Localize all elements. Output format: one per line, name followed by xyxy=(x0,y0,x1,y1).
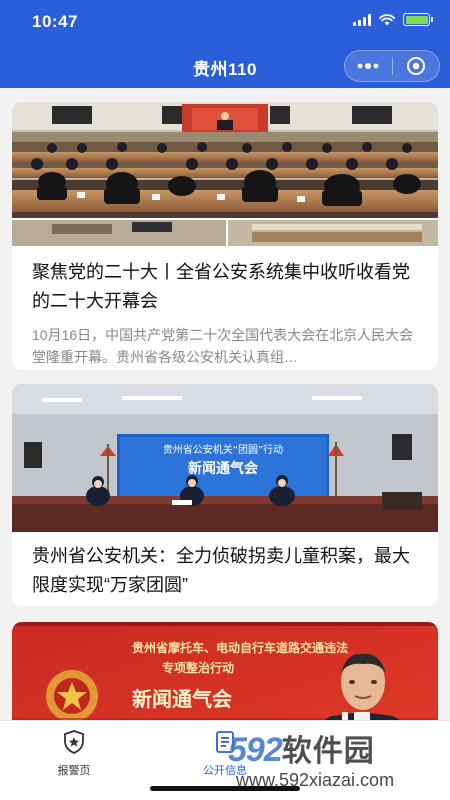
status-time: 10:47 xyxy=(32,12,78,31)
banner-subtitle-line: 专项整治行动 xyxy=(162,660,234,675)
news-image-conference-hall xyxy=(12,102,438,246)
news-feed[interactable]: 聚焦党的二十大丨全省公安系统集中收听收看党的二十大开幕会 10月16日，中国共产… xyxy=(0,88,450,720)
status-bar: 10:47 xyxy=(0,0,450,44)
tab-alarm[interactable]: 报警页 xyxy=(24,729,124,778)
top-bar: 10:47 贵州110 xyxy=(0,0,450,88)
news-title: 贵州省公安机关：全力侦破拐卖儿童积案，最大限度实现“万家团圆” xyxy=(32,546,410,595)
banner-title-line: 贵州省摩托车、电动自行车道路交通违法 xyxy=(132,640,348,655)
banner-title-line: 贵州省公安机关“团圆”行动 xyxy=(163,443,283,456)
mini-program-capsule xyxy=(344,50,440,82)
news-summary: 10月16日，中国共产党第二十次全国代表大会在北京人民大会堂隆重开幕。贵州省各级… xyxy=(32,327,414,365)
watermark-text: 软件园 xyxy=(281,735,375,768)
more-options-button[interactable] xyxy=(345,51,392,81)
battery-icon xyxy=(403,13,433,26)
target-circle-icon xyxy=(406,57,425,75)
wifi-icon xyxy=(379,13,395,25)
more-dots-icon xyxy=(357,63,379,69)
police-badge-icon xyxy=(64,730,84,754)
banner-subtitle-line: 新闻通气会 xyxy=(188,460,259,477)
status-icons xyxy=(353,13,433,26)
news-card[interactable]: 贵州省公安机关“团圆”行动 新闻通气会 贵州省公安机关：全力侦破拐卖儿童积案，最… xyxy=(12,384,438,606)
news-image-press-conference: 贵州省公安机关“团圆”行动 新闻通气会 xyxy=(12,384,438,532)
news-title: 聚焦党的二十大丨全省公安系统集中收听收看党的二十大开幕会 xyxy=(32,262,410,311)
news-image-traffic-press-conference: 贵州省摩托车、电动自行车道路交通违法 专项整治行动 新闻通气会 xyxy=(12,622,438,720)
cellular-signal-icon xyxy=(353,13,371,26)
tab-alarm-label: 报警页 xyxy=(57,765,91,777)
news-card[interactable]: 聚焦党的二十大丨全省公安系统集中收听收看党的二十大开幕会 10月16日，中国共产… xyxy=(12,102,438,370)
home-indicator xyxy=(150,786,300,791)
close-mini-program-button[interactable] xyxy=(393,51,440,81)
banner-headline: 新闻通气会 xyxy=(132,687,232,711)
watermark-brand: 592软件园 xyxy=(228,726,375,770)
watermark-digits: 592 xyxy=(228,731,283,769)
news-card[interactable]: 贵州省摩托车、电动自行车道路交通违法 专项整治行动 新闻通气会 xyxy=(12,622,438,720)
